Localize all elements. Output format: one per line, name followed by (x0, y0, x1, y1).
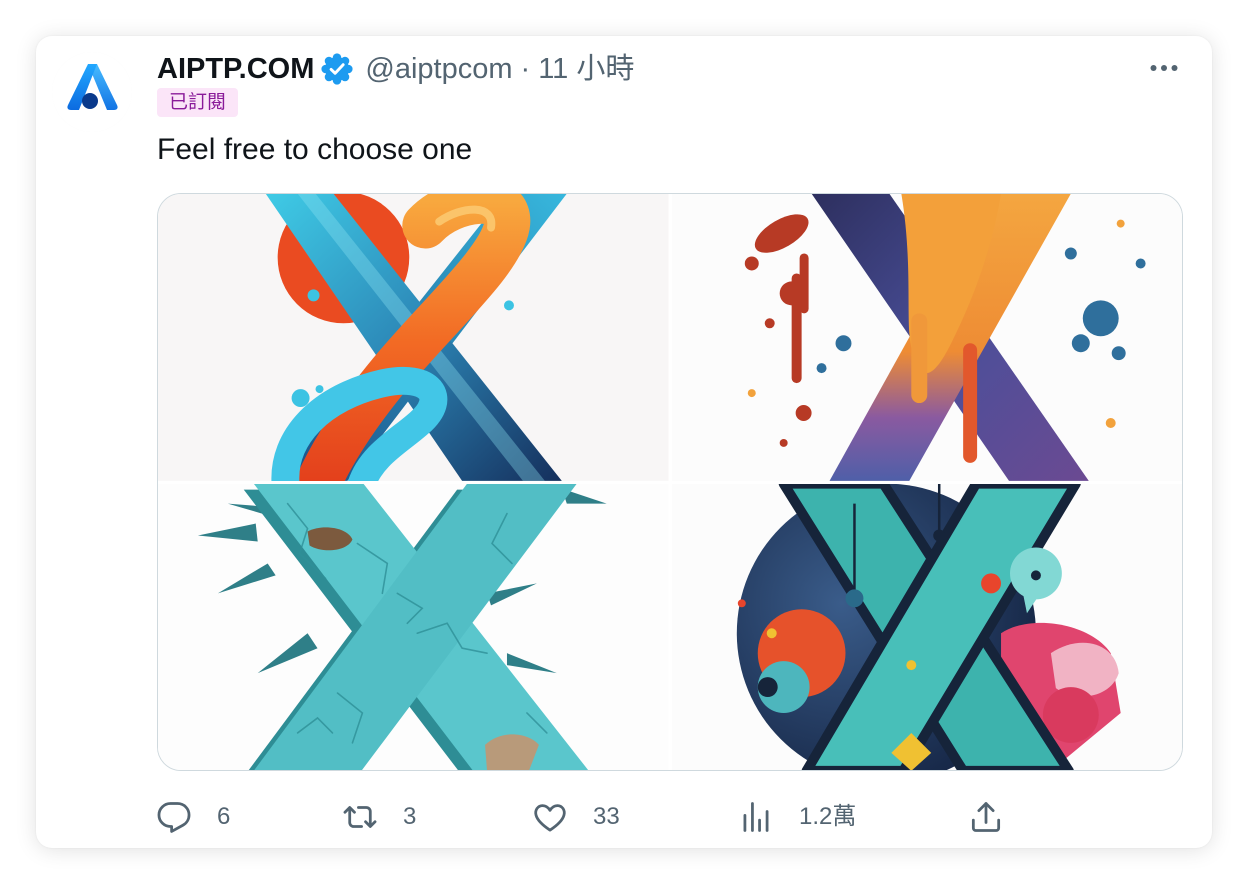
header-separator: · (520, 53, 531, 85)
media-image-2[interactable] (671, 194, 1182, 481)
x-letter-cracked-stone-illustration (158, 483, 669, 770)
subscribed-badge: 已訂閱 (157, 88, 239, 117)
aiptp-logo-icon (52, 52, 132, 132)
media-image-1[interactable] (158, 194, 669, 481)
tweet-card[interactable]: AIPTP.COM @aiptpcom · 11 小時 已訂閱 Feel fre… (36, 36, 1212, 848)
share-button[interactable] (967, 798, 1005, 836)
more-options-button[interactable] (1146, 50, 1182, 86)
verified-badge-icon[interactable] (321, 53, 353, 85)
reply-icon (157, 802, 191, 833)
like-count: 33 (593, 803, 620, 830)
media-grid (157, 193, 1183, 771)
author-handle[interactable]: @aiptpcom (365, 52, 512, 86)
like-button[interactable]: 33 (531, 798, 620, 836)
media-image-3[interactable] (158, 483, 669, 770)
views-button[interactable]: 1.2萬 (737, 798, 856, 836)
action-bar: 6 3 33 1.2萬 (36, 798, 1212, 836)
views-icon (743, 802, 769, 832)
reply-count: 6 (217, 803, 231, 830)
share-icon (971, 802, 1001, 832)
page-background: AIPTP.COM @aiptpcom · 11 小時 已訂閱 Feel fre… (0, 0, 1248, 884)
author-display-name[interactable]: AIPTP.COM (157, 52, 314, 86)
retweet-count: 3 (403, 803, 417, 830)
tweet-text: Feel free to choose one (157, 133, 473, 166)
tweet-timestamp[interactable]: 11 小時 (538, 52, 634, 86)
x-letter-abstract-circle-illustration (671, 483, 1182, 770)
retweet-icon (343, 806, 377, 828)
like-icon (534, 804, 566, 832)
x-letter-paint-splash-illustration (671, 194, 1182, 481)
retweet-button[interactable]: 3 (341, 798, 416, 836)
views-count: 1.2萬 (799, 803, 857, 830)
media-image-4[interactable] (671, 483, 1182, 770)
reply-button[interactable]: 6 (155, 798, 230, 836)
more-options-icon (1150, 65, 1178, 71)
x-letter-ribbon-illustration (158, 194, 669, 481)
tweet-header: AIPTP.COM @aiptpcom · 11 小時 (157, 52, 634, 86)
avatar[interactable] (52, 52, 132, 132)
